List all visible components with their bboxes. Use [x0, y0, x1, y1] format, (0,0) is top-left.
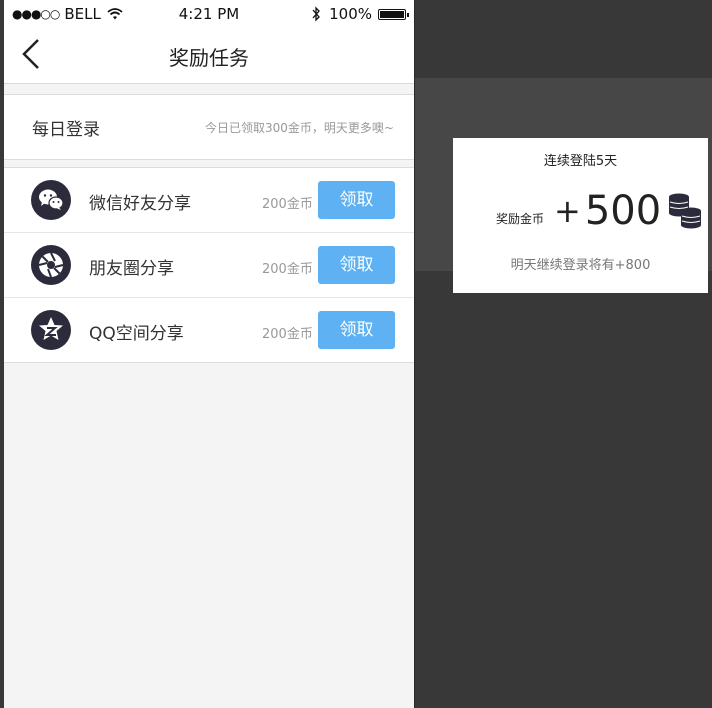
task-coins: 200金币	[262, 327, 313, 342]
reward-note: 明天继续登录将有+800	[510, 258, 651, 273]
reward-plus: +	[554, 192, 581, 230]
status-bar: ●●●○○ BELL 4:21 PM 100%	[4, 0, 414, 28]
task-coins: 200金币	[262, 262, 313, 277]
reward-popup: 连续登陆5天 奖励金币 + 500 明天继续登录将有+800	[453, 138, 708, 293]
battery-percent: 100%	[329, 5, 372, 23]
task-name: QQ空间分享	[89, 324, 184, 344]
task-list: 微信好友分享 200金币 领取 朋友圈分享 200金币 领取 QQ空间分享 20…	[4, 167, 414, 363]
moments-icon	[31, 245, 71, 285]
bluetooth-icon	[312, 6, 320, 22]
nav-bar: 奖励任务	[4, 28, 414, 84]
task-row-moments: 朋友圈分享 200金币 领取	[4, 233, 414, 298]
status-bar-right: 100%	[311, 5, 409, 23]
task-name: 微信好友分享	[89, 194, 191, 214]
phone-screen: ●●●○○ BELL 4:21 PM 100% 奖励任务 每日登录 今日已领取3…	[4, 0, 415, 708]
qzone-icon	[31, 310, 71, 350]
daily-login-row: 每日登录 今日已领取300金币，明天更多噢~	[4, 94, 414, 160]
claim-button[interactable]: 领取	[318, 246, 395, 284]
page-title: 奖励任务	[169, 46, 249, 70]
battery-icon	[378, 8, 409, 20]
reward-amount: 500	[584, 188, 662, 234]
claim-button[interactable]: 领取	[318, 311, 395, 349]
task-row-qzone: QQ空间分享 200金币 领取	[4, 298, 414, 362]
coin-stack-icon	[669, 193, 702, 229]
reward-label: 奖励金币	[496, 211, 545, 226]
claim-button[interactable]: 领取	[318, 181, 395, 219]
reward-title: 连续登陆5天	[543, 154, 618, 169]
daily-login-label: 每日登录	[32, 120, 100, 140]
reward-amount-row: 奖励金币 + 500	[496, 188, 705, 234]
task-row-wechat: 微信好友分享 200金币 领取	[4, 168, 414, 233]
wechat-icon	[31, 180, 71, 220]
task-name: 朋友圈分享	[89, 259, 174, 279]
daily-login-note: 今日已领取300金币，明天更多噢~	[205, 121, 394, 135]
task-coins: 200金币	[262, 197, 313, 212]
